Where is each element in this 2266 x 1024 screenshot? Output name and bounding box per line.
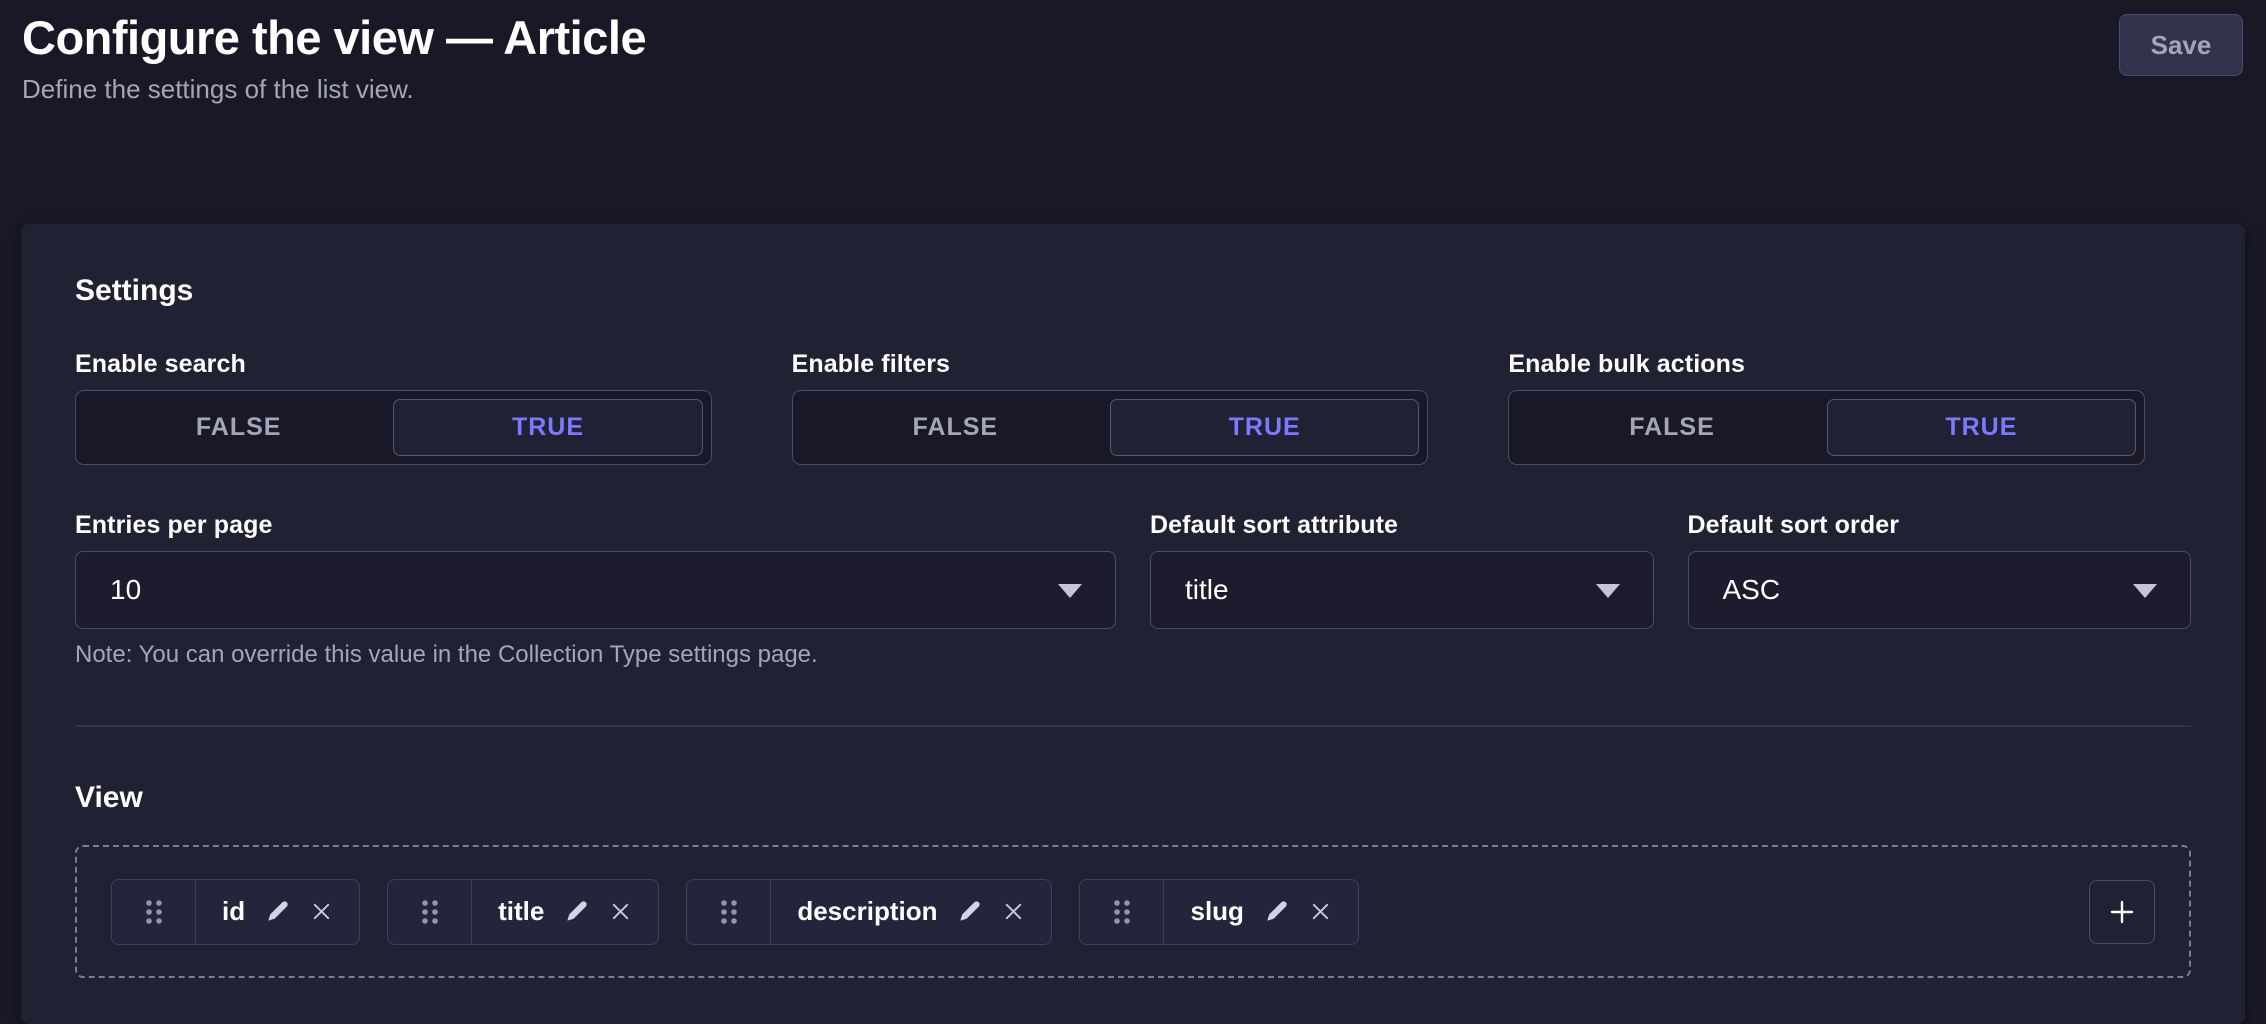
field-entries-per-page: Entries per page 10 Note: You can overri… — [75, 511, 1116, 669]
field-enable-search: Enable search FALSE TRUE — [75, 350, 758, 465]
toggle-option-false[interactable]: FALSE — [801, 399, 1110, 456]
toggle-option-true[interactable]: TRUE — [1827, 399, 2136, 456]
settings-grid: Enable search FALSE TRUE Enable filters … — [75, 350, 2191, 669]
field-enable-filters: Enable filters FALSE TRUE — [792, 350, 1475, 465]
settings-heading: Settings — [75, 274, 2191, 308]
default-sort-attribute-label: Default sort attribute — [1150, 511, 1654, 540]
field-enable-bulk-actions: Enable bulk actions FALSE TRUE — [1508, 350, 2191, 465]
enable-search-toggle[interactable]: FALSE TRUE — [75, 390, 712, 465]
field-chip-description[interactable]: description — [686, 879, 1052, 945]
chevron-down-icon — [2132, 583, 2158, 599]
toggle-option-true[interactable]: TRUE — [1110, 399, 1419, 456]
toggle-option-true[interactable]: TRUE — [393, 399, 702, 456]
edit-icon[interactable] — [564, 899, 589, 924]
default-sort-order-label: Default sort order — [1688, 511, 2192, 540]
select-value: 10 — [110, 574, 141, 606]
enable-bulk-actions-toggle[interactable]: FALSE TRUE — [1508, 390, 2145, 465]
chevron-down-icon — [1595, 583, 1621, 599]
edit-icon[interactable] — [1264, 899, 1289, 924]
view-heading: View — [75, 781, 2191, 815]
field-layout-dropzone: id title — [75, 845, 2191, 978]
close-icon[interactable] — [609, 900, 632, 923]
field-chip-slug[interactable]: slug — [1079, 879, 1358, 945]
enable-bulk-actions-label: Enable bulk actions — [1508, 350, 2191, 379]
edit-icon[interactable] — [265, 899, 290, 924]
close-icon[interactable] — [1309, 900, 1332, 923]
entries-per-page-label: Entries per page — [75, 511, 1116, 540]
field-chip-label: title — [498, 896, 544, 927]
drag-handle-icon[interactable] — [1080, 880, 1164, 944]
add-field-button[interactable] — [2089, 880, 2155, 944]
drag-handle-icon[interactable] — [388, 880, 472, 944]
settings-card: Settings Enable search FALSE TRUE Enable… — [21, 224, 2245, 1024]
default-sort-attribute-select[interactable]: title — [1150, 551, 1654, 629]
plus-icon — [2106, 896, 2138, 928]
enable-filters-label: Enable filters — [792, 350, 1475, 379]
close-icon[interactable] — [310, 900, 333, 923]
toggle-option-false[interactable]: FALSE — [1517, 399, 1826, 456]
enable-search-label: Enable search — [75, 350, 758, 379]
drag-handle-icon[interactable] — [112, 880, 196, 944]
field-chip-label: slug — [1190, 896, 1243, 927]
field-chip-id[interactable]: id — [111, 879, 360, 945]
select-value: title — [1185, 574, 1229, 606]
edit-icon[interactable] — [957, 899, 982, 924]
field-chip-label: description — [797, 896, 937, 927]
chevron-down-icon — [1057, 583, 1083, 599]
default-sort-order-select[interactable]: ASC — [1688, 551, 2192, 629]
field-default-sort-attribute: Default sort attribute title — [1150, 511, 1654, 669]
page-subtitle: Define the settings of the list view. — [22, 74, 2243, 104]
section-divider — [75, 725, 2191, 727]
field-default-sort-order: Default sort order ASC — [1688, 511, 2192, 669]
page-title: Configure the view — Article — [22, 10, 2243, 66]
select-value: ASC — [1723, 574, 1781, 606]
page-header: Configure the view — Article Define the … — [0, 0, 2266, 104]
entries-per-page-select[interactable]: 10 — [75, 551, 1116, 629]
toggle-option-false[interactable]: FALSE — [84, 399, 393, 456]
enable-filters-toggle[interactable]: FALSE TRUE — [792, 390, 1429, 465]
field-chip-label: id — [222, 896, 245, 927]
drag-handle-icon[interactable] — [687, 880, 771, 944]
field-chip-title[interactable]: title — [387, 879, 659, 945]
save-button[interactable]: Save — [2119, 14, 2243, 76]
close-icon[interactable] — [1002, 900, 1025, 923]
entries-per-page-note: Note: You can override this value in the… — [75, 641, 1116, 669]
